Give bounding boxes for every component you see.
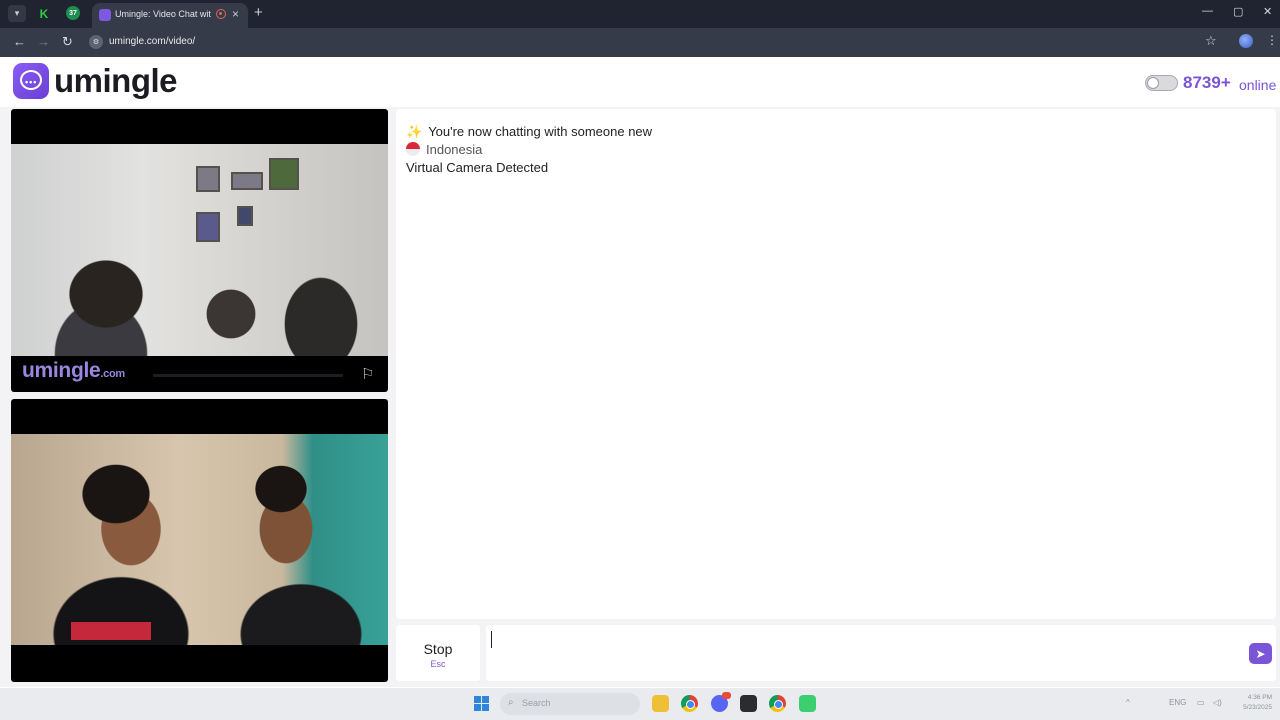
back-icon[interactable]: ← bbox=[13, 34, 26, 49]
address-bar: ← → ↻ ⚙ umingle.com/video/ ☆ bbox=[0, 28, 1280, 57]
stop-shortcut-label: Esc bbox=[430, 659, 446, 669]
chat-log: ✨ You're now chatting with someone new In… bbox=[396, 109, 1276, 619]
pinned-tab-badge[interactable]: 37 bbox=[66, 6, 80, 20]
indonesia-flag-icon bbox=[406, 142, 420, 156]
omnibox[interactable]: ⚙ umingle.com/video/ ☆ bbox=[84, 31, 1230, 53]
clock-time: 4:36 PM bbox=[1247, 694, 1272, 701]
online-count: 8739+ bbox=[1183, 73, 1231, 92]
taskbar-search-placeholder: Search bbox=[522, 698, 551, 708]
search-icon: ⌕ bbox=[508, 697, 514, 708]
profile-avatar[interactable] bbox=[1239, 34, 1253, 48]
menu-icon[interactable]: ⋮ bbox=[1266, 33, 1278, 47]
self-video-feed bbox=[11, 434, 388, 645]
url-text: umingle.com/video/ bbox=[109, 36, 196, 47]
taskbar: ⌕ Search ^ ENG ▭ ◁) 4:36 PM 5/23/2025 bbox=[0, 688, 1280, 720]
chrome-icon[interactable] bbox=[681, 695, 698, 712]
notification-badge bbox=[722, 692, 731, 699]
stranger-video-feed bbox=[11, 144, 388, 356]
recording-icon bbox=[216, 9, 226, 19]
clock-date: 5/23/2025 bbox=[1243, 704, 1272, 711]
message-input[interactable] bbox=[486, 625, 1276, 681]
pinned-tab-kick[interactable]: K bbox=[36, 6, 52, 22]
shirt-print bbox=[71, 622, 151, 640]
network-icon[interactable]: ▭ bbox=[1197, 698, 1205, 707]
video-progress-track bbox=[153, 374, 343, 377]
online-label: online bbox=[1239, 77, 1277, 93]
stop-button[interactable]: Stop Esc bbox=[396, 625, 480, 681]
logo-text[interactable]: umingle bbox=[54, 62, 178, 100]
site-header: ••• umingle 8739+ online bbox=[0, 57, 1280, 107]
tab-list-icon[interactable]: ▾ bbox=[8, 5, 26, 22]
active-tab-title: Umingle: Video Chat with S bbox=[115, 9, 211, 19]
chat-message: ✨ You're now chatting with someone new bbox=[406, 124, 653, 139]
star-icon[interactable]: ☆ bbox=[1205, 33, 1217, 49]
chrome-icon-2[interactable] bbox=[769, 695, 786, 712]
volume-icon[interactable]: ◁) bbox=[1213, 698, 1222, 707]
logo-icon[interactable]: ••• bbox=[13, 63, 49, 99]
language-indicator[interactable]: ENG bbox=[1169, 698, 1186, 707]
theme-toggle[interactable] bbox=[1145, 75, 1178, 91]
active-tab[interactable]: Umingle: Video Chat with S × bbox=[92, 3, 248, 28]
file-explorer-icon[interactable] bbox=[652, 695, 669, 712]
app-icon[interactable] bbox=[799, 695, 816, 712]
self-video bbox=[11, 399, 388, 682]
toggle-knob bbox=[1147, 77, 1159, 89]
chat-message-warning: Virtual Camera Detected bbox=[406, 160, 549, 175]
taskbar-clock[interactable]: 4:36 PM 5/23/2025 bbox=[1236, 693, 1272, 713]
minimize-button[interactable]: — bbox=[1202, 5, 1213, 17]
stop-button-label: Stop bbox=[423, 641, 453, 657]
window-close-button[interactable]: ✕ bbox=[1263, 5, 1272, 18]
forward-icon[interactable]: → bbox=[37, 34, 50, 49]
site-info-icon[interactable]: ⚙ bbox=[89, 35, 103, 49]
sparkle-icon: ✨ bbox=[406, 124, 423, 139]
flag-icon[interactable]: ⚐ bbox=[361, 365, 374, 383]
stranger-video: umingle.com ⚐ bbox=[11, 109, 388, 392]
reload-icon[interactable]: ↻ bbox=[62, 34, 73, 50]
taskbar-search[interactable]: ⌕ Search bbox=[500, 693, 640, 715]
maximize-button[interactable]: ▢ bbox=[1233, 5, 1243, 18]
browser-tab-bar: ▾ K 37 Umingle: Video Chat with S × + — … bbox=[0, 0, 1280, 28]
close-icon[interactable]: × bbox=[232, 7, 239, 21]
chat-message-country: Indonesia bbox=[406, 142, 482, 157]
new-tab-icon[interactable]: + bbox=[254, 4, 263, 21]
obs-icon[interactable] bbox=[740, 695, 757, 712]
video-watermark: umingle.com bbox=[22, 359, 125, 382]
tray-chevron-icon[interactable]: ^ bbox=[1126, 698, 1130, 707]
umingle-favicon-icon bbox=[99, 9, 111, 21]
send-icon[interactable]: ➤ bbox=[1249, 643, 1272, 664]
windows-start-icon[interactable] bbox=[474, 696, 490, 712]
page: ••• umingle 8739+ online umingle.com ⚐ ✨… bbox=[0, 57, 1280, 687]
text-caret bbox=[491, 631, 492, 648]
